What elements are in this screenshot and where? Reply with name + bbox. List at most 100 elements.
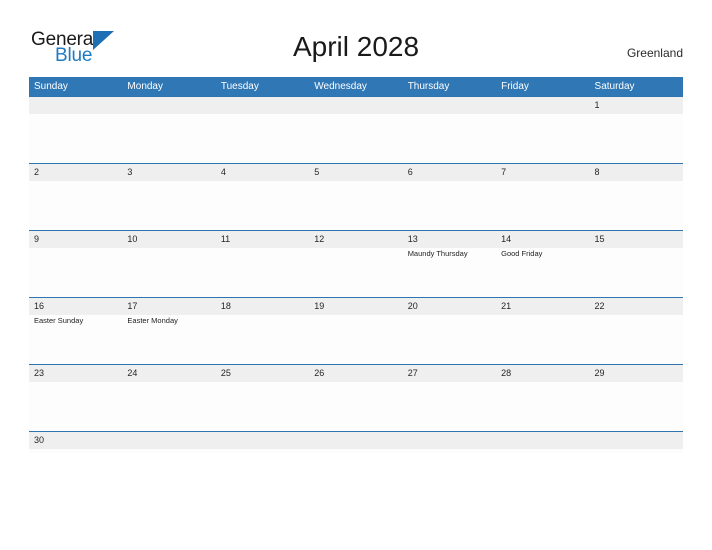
calendar-day-band <box>122 97 216 114</box>
calendar-day-cell[interactable]: 29 <box>589 365 683 431</box>
calendar-day-band <box>309 97 403 114</box>
calendar-week-row: 16 Easter Sunday 17 Easter Monday 18 19 20 21 22 <box>29 297 683 364</box>
calendar-day-cell-empty <box>589 432 683 453</box>
calendar-day-band <box>122 164 216 181</box>
calendar-day-cell[interactable]: 14 Good Friday <box>496 231 590 297</box>
page-header: General Blue April 2028 Greenland <box>0 0 712 76</box>
calendar-day-cell-empty <box>215 97 310 163</box>
calendar-day-band <box>402 97 497 114</box>
calendar-day-cell[interactable]: 1 <box>589 97 683 163</box>
calendar-day-cell[interactable]: 26 <box>309 365 403 431</box>
calendar-day-cell[interactable]: 28 <box>496 365 590 431</box>
calendar-day-number: 14 <box>501 234 512 244</box>
calendar-day-cell-empty <box>402 97 497 163</box>
weekday-header-saturday: Saturday <box>594 81 635 92</box>
calendar-day-number: 19 <box>314 301 325 311</box>
weekday-header-monday: Monday <box>127 81 163 92</box>
calendar-day-cell[interactable]: 17 Easter Monday <box>122 298 216 364</box>
calendar-day-cell[interactable]: 5 <box>309 164 403 230</box>
calendar-day-cell[interactable]: 27 <box>402 365 497 431</box>
calendar-day-band <box>215 97 310 114</box>
calendar-day-band <box>496 164 590 181</box>
calendar-day-cell[interactable]: 24 <box>122 365 216 431</box>
calendar-day-number: 5 <box>314 167 320 177</box>
calendar-day-cell[interactable]: 10 <box>122 231 216 297</box>
page-title: April 2028 <box>292 31 420 62</box>
calendar-day-band <box>215 432 310 449</box>
calendar-day-cell[interactable]: 6 <box>402 164 497 230</box>
calendar-day-cell-empty <box>29 97 123 163</box>
calendar-day-band <box>29 97 123 114</box>
calendar-day-cell[interactable]: 13 Maundy Thursday <box>402 231 497 297</box>
calendar-weeks: 1 2 3 4 5 6 7 8 9 10 11 12 13 Maundy Thursday 14 Good F… <box>29 96 683 453</box>
calendar-day-number: 9 <box>34 234 40 244</box>
calendar-day-number: 6 <box>407 167 413 177</box>
calendar-day-cell-empty <box>496 432 590 453</box>
calendar-day-number: 13 <box>407 234 418 244</box>
calendar-day-events: Easter Monday <box>127 316 213 326</box>
calendar-day-number: 25 <box>220 368 231 378</box>
calendar-day-cell[interactable]: 3 <box>122 164 216 230</box>
calendar-day-cell-empty <box>309 97 403 163</box>
weekday-header-thursday: Thursday <box>407 81 450 92</box>
calendar-day-events: Easter Sunday <box>34 316 120 326</box>
weekday-header-friday: Friday <box>501 81 529 92</box>
calendar-grid: Sunday Monday Tuesday Wednesday Thursday… <box>29 77 683 453</box>
calendar-day-cell[interactable]: 12 <box>309 231 403 297</box>
calendar-day-number: 21 <box>501 301 512 311</box>
calendar-day-band <box>589 432 683 449</box>
calendar-page: General Blue April 2028 Greenland Sunday… <box>0 0 712 550</box>
calendar-holiday-label: Easter Monday <box>127 316 178 325</box>
calendar-day-number: 11 <box>220 234 231 244</box>
calendar-day-cell[interactable]: 30 <box>29 432 123 453</box>
calendar-day-cell[interactable]: 21 <box>496 298 590 364</box>
calendar-day-number: 7 <box>501 167 507 177</box>
calendar-week-row: 23 24 25 26 27 28 29 <box>29 364 683 431</box>
calendar-day-band <box>29 231 123 248</box>
calendar-day-cell-empty <box>122 432 216 453</box>
weekday-header-sunday: Sunday <box>34 81 68 92</box>
calendar-day-band <box>402 432 497 449</box>
calendar-day-number: 29 <box>594 368 605 378</box>
weekday-header-tuesday: Tuesday <box>220 81 259 92</box>
calendar-day-cell[interactable]: 18 <box>215 298 310 364</box>
calendar-week-row: 1 <box>29 96 683 163</box>
calendar-day-band <box>309 432 403 449</box>
calendar-day-band <box>29 164 123 181</box>
calendar-holiday-label: Easter Sunday <box>34 316 84 325</box>
location-label: Greenland <box>626 46 683 60</box>
calendar-day-number: 2 <box>34 167 40 177</box>
calendar-day-number: 16 <box>34 301 45 311</box>
calendar-day-cell[interactable]: 16 Easter Sunday <box>29 298 123 364</box>
calendar-day-cell[interactable]: 9 <box>29 231 123 297</box>
calendar-day-cell[interactable]: 20 <box>402 298 497 364</box>
calendar-day-band <box>309 164 403 181</box>
calendar-day-number: 30 <box>34 435 45 445</box>
calendar-week-row: 2 3 4 5 6 7 8 <box>29 163 683 230</box>
calendar-day-band <box>122 432 216 449</box>
calendar-day-band <box>589 97 683 114</box>
calendar-day-number: 4 <box>220 167 226 177</box>
calendar-day-number: 8 <box>594 167 600 177</box>
calendar-day-cell[interactable]: 25 <box>215 365 310 431</box>
calendar-day-number: 26 <box>314 368 325 378</box>
calendar-day-cell[interactable]: 22 <box>589 298 683 364</box>
calendar-day-number: 10 <box>127 234 138 244</box>
calendar-day-cell[interactable]: 19 <box>309 298 403 364</box>
calendar-day-cell[interactable]: 2 <box>29 164 123 230</box>
weekday-header-row: Sunday Monday Tuesday Wednesday Thursday… <box>29 77 683 96</box>
calendar-day-cell[interactable]: 4 <box>215 164 310 230</box>
calendar-holiday-label: Maundy Thursday <box>407 249 468 258</box>
calendar-week-row: 9 10 11 12 13 Maundy Thursday 14 Good Friday 15 <box>29 230 683 297</box>
calendar-day-cell[interactable]: 8 <box>589 164 683 230</box>
calendar-day-number: 24 <box>127 368 138 378</box>
calendar-day-number: 17 <box>127 301 138 311</box>
calendar-day-number: 23 <box>34 368 45 378</box>
calendar-day-number: 1 <box>594 100 600 110</box>
calendar-day-number: 3 <box>127 167 133 177</box>
calendar-day-cell[interactable]: 7 <box>496 164 590 230</box>
calendar-day-cell[interactable]: 23 <box>29 365 123 431</box>
calendar-day-number: 18 <box>220 301 231 311</box>
calendar-day-cell[interactable]: 15 <box>589 231 683 297</box>
calendar-day-cell[interactable]: 11 <box>215 231 310 297</box>
